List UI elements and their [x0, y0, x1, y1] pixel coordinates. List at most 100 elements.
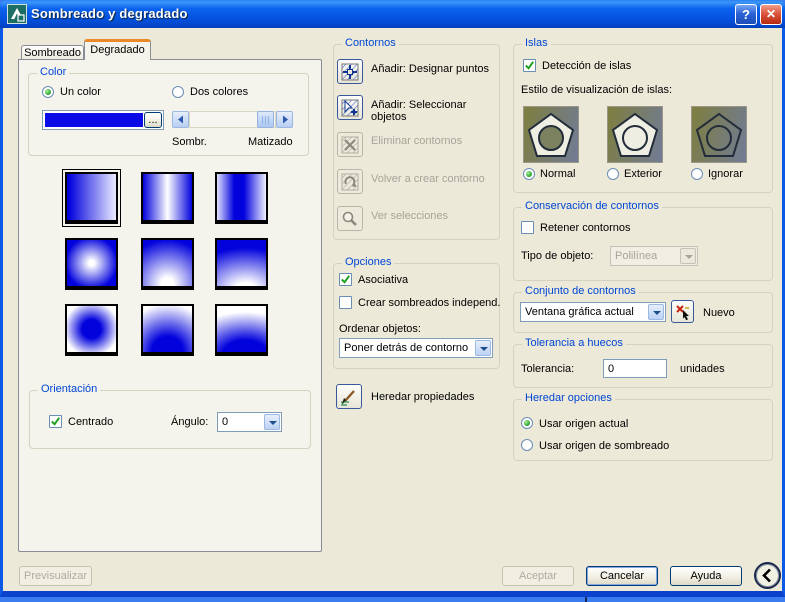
boundary-set-value: Ventana gráfica actual	[525, 306, 634, 318]
draw-order-combo[interactable]: Poner detrás de contorno	[339, 338, 493, 358]
screen: Sombreado y degradado ? ✕ Sombreado Degr…	[0, 0, 785, 602]
shade-label: Sombr.	[172, 136, 207, 148]
boundary-retention-group: Conservación de contornos	[513, 200, 773, 281]
use-hatch-origin-label: Usar origen de sombreado	[539, 440, 670, 452]
shade-tint-slider	[172, 111, 293, 128]
island-style-exterior-image[interactable]	[607, 106, 663, 163]
angle-label: Ángulo:	[171, 416, 209, 428]
help-footer-button[interactable]: Ayuda	[670, 566, 742, 586]
view-selections-icon	[337, 206, 363, 231]
boundaries-group-title: Contornos	[342, 37, 399, 49]
view-selections-label: Ver selecciones	[371, 210, 449, 222]
island-normal-radio[interactable]	[523, 168, 535, 180]
retain-boundaries-checkbox[interactable]	[521, 221, 534, 234]
inherit-properties-label: Heredar propiedades	[371, 391, 475, 403]
gradient-swatch-inverted-curved[interactable]	[215, 304, 268, 356]
titlebar[interactable]: Sombreado y degradado ? ✕	[0, 0, 785, 28]
color-browse-button[interactable]: ...	[144, 112, 162, 128]
gradient-swatch-linear[interactable]	[62, 169, 121, 227]
object-type-combo: Polilínea	[610, 246, 698, 266]
chevron-down-icon[interactable]	[264, 414, 280, 430]
angle-combo[interactable]: 0	[217, 412, 282, 432]
islands-group-title: Islas	[522, 37, 551, 49]
new-boundary-set-icon[interactable]	[671, 300, 694, 323]
gradient-swatch-spherical[interactable]	[65, 238, 118, 290]
island-ignore-radio[interactable]	[691, 168, 703, 180]
island-style-label: Estilo de visualización de islas:	[521, 84, 673, 96]
boundary-set-combo[interactable]: Ventana gráfica actual	[520, 302, 666, 322]
two-colors-radio[interactable]	[172, 86, 184, 98]
tint-label: Matizado	[248, 136, 293, 148]
inherit-properties-icon[interactable]	[336, 384, 362, 409]
island-detection-checkbox[interactable]	[523, 59, 536, 72]
help-button[interactable]: ?	[735, 4, 757, 25]
draw-order-value: Poner detrás de contorno	[344, 342, 469, 354]
island-style-ignore-image[interactable]	[691, 106, 747, 163]
tab-degradado[interactable]: Degradado	[84, 39, 151, 60]
color-chip	[45, 113, 143, 127]
use-current-origin-radio[interactable]	[521, 417, 533, 429]
gradient-swatch-inverted-hemispherical[interactable]	[141, 304, 194, 356]
collapse-dialog-button[interactable]	[754, 562, 781, 589]
use-hatch-origin-radio[interactable]	[521, 439, 533, 451]
select-objects-icon[interactable]	[337, 95, 363, 120]
hatch-gradient-dialog: Sombreado y degradado ? ✕ Sombreado Degr…	[0, 0, 785, 597]
pick-points-icon[interactable]	[337, 59, 363, 84]
island-style-normal-image[interactable]	[523, 106, 579, 163]
close-icon[interactable]: ✕	[760, 4, 782, 25]
inherit-options-title: Heredar opciones	[522, 392, 615, 404]
chevron-down-icon	[680, 248, 696, 264]
independent-hatches-label: Crear sombreados independ.	[358, 297, 501, 309]
slider-left-arrow-icon[interactable]	[172, 111, 189, 128]
one-color-radio[interactable]	[42, 86, 54, 98]
associative-label: Asociativa	[358, 274, 409, 286]
island-normal-label: Normal	[540, 168, 576, 180]
centered-checkbox[interactable]	[49, 415, 62, 428]
centered-label: Centrado	[68, 416, 114, 428]
tab-sombreado[interactable]: Sombreado	[21, 45, 84, 60]
gradient-swatch-curved[interactable]	[215, 238, 268, 290]
boundary-set-title: Conjunto de contornos	[522, 285, 639, 297]
use-current-origin-label: Usar origen actual	[539, 418, 629, 430]
gradient-swatch-inverted-spherical[interactable]	[65, 304, 118, 356]
retain-boundaries-label: Retener contornos	[540, 222, 631, 234]
object-type-value: Polilínea	[615, 250, 658, 262]
gradient-swatch-hemispherical[interactable]	[141, 238, 194, 290]
draw-order-label: Ordenar objetos:	[339, 323, 421, 335]
dialog-title: Sombreado y degradado	[31, 6, 188, 21]
remove-boundaries-label: Eliminar contornos	[371, 135, 463, 147]
gradient-swatch-inverted-cylinder[interactable]	[215, 172, 268, 224]
slider-thumb[interactable]	[257, 111, 274, 128]
tolerance-input[interactable]	[603, 359, 667, 378]
select-objects-label: Añadir: Seleccionar objetos	[371, 99, 467, 123]
new-boundary-set-label: Nuevo	[703, 307, 735, 319]
slider-right-arrow-icon[interactable]	[276, 111, 293, 128]
autocad-logo-icon	[7, 4, 27, 24]
angle-value: 0	[222, 416, 229, 428]
preview-button: Previsualizar	[19, 566, 92, 586]
tolerance-units-label: unidades	[680, 363, 725, 375]
associative-checkbox[interactable]	[339, 273, 352, 286]
boundary-retention-title: Conservación de contornos	[522, 200, 662, 212]
remove-boundaries-icon	[337, 132, 363, 157]
recreate-boundary-icon	[337, 169, 363, 194]
chevron-down-icon[interactable]	[475, 340, 491, 356]
pick-points-label: Añadir: Designar puntos	[371, 63, 490, 75]
object-type-label: Tipo de objeto:	[521, 250, 594, 262]
gradient-tab-page: Color Un color Dos colores ... Sombr. Ma…	[18, 59, 322, 552]
tolerance-label: Tolerancia:	[521, 363, 575, 375]
island-exterior-label: Exterior	[624, 168, 662, 180]
island-ignore-label: Ignorar	[708, 168, 743, 180]
island-detection-label: Detección de islas	[542, 60, 632, 72]
color-group-title: Color	[37, 66, 70, 78]
recreate-boundary-label: Volver a crear contorno	[371, 173, 485, 185]
island-exterior-radio[interactable]	[607, 168, 619, 180]
cancel-button[interactable]: Cancelar	[586, 566, 658, 586]
options-group-title: Opciones	[342, 256, 395, 268]
taskbar-strip	[0, 597, 785, 602]
two-colors-label: Dos colores	[190, 86, 249, 98]
color-swatch-well[interactable]: ...	[42, 110, 164, 130]
gradient-swatch-cylinder[interactable]	[141, 172, 194, 224]
chevron-down-icon[interactable]	[648, 304, 664, 320]
independent-hatches-checkbox[interactable]	[339, 296, 352, 309]
